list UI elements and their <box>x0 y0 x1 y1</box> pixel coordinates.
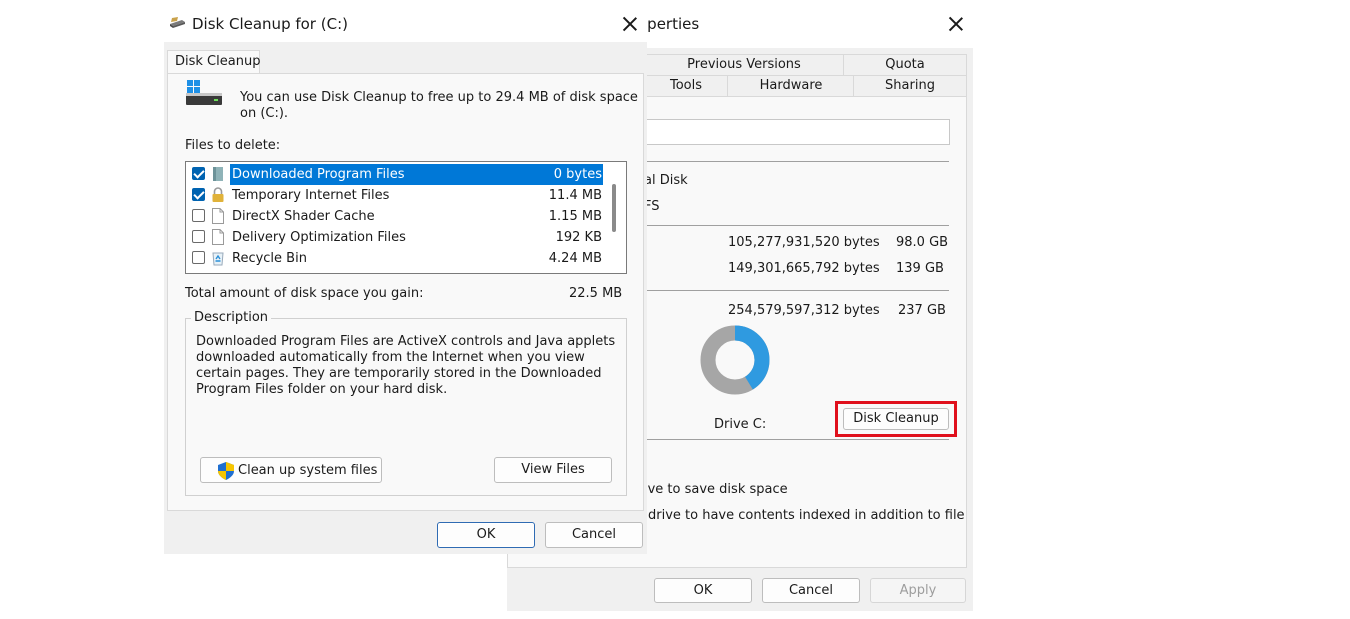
drive-type-value: al Disk <box>644 173 688 188</box>
file-name: Temporary Internet Files <box>232 188 390 203</box>
files-to-delete-label: Files to delete: <box>185 138 281 153</box>
file-checkbox[interactable] <box>192 209 205 222</box>
file-row[interactable]: DirectX Shader Cache 1.15 MB <box>186 206 626 227</box>
divider <box>644 290 949 291</box>
tab-hardware[interactable]: Hardware <box>727 75 855 96</box>
disk-cleanup-app-icon <box>170 17 185 28</box>
tab-tools[interactable]: Tools <box>643 75 729 96</box>
disk-cleanup-close-icon[interactable] <box>623 17 637 31</box>
file-size: 1.15 MB <box>548 209 602 224</box>
capacity-gb: 237 GB <box>898 303 946 318</box>
free-space-gb: 139 GB <box>896 261 944 276</box>
properties-title: operties <box>638 15 700 33</box>
file-size: 11.4 MB <box>548 188 602 203</box>
file-row[interactable]: Recycle Bin 4.24 MB <box>186 248 626 269</box>
file-name: Downloaded Program Files <box>232 167 405 182</box>
uac-shield-icon <box>218 462 234 480</box>
file-name: Recycle Bin <box>232 251 307 266</box>
files-to-delete-list[interactable]: Downloaded Program Files 0 bytes Temporary… <box>185 161 627 274</box>
used-space-bytes: 105,277,931,520 bytes <box>728 235 880 250</box>
file-checkbox[interactable] <box>192 230 205 243</box>
file-checkbox[interactable] <box>192 188 205 201</box>
file-row[interactable]: Temporary Internet Files 11.4 MB <box>186 185 626 206</box>
file-size: 0 bytes <box>553 167 602 182</box>
description-text: Downloaded Program Files are ActiveX con… <box>196 334 616 397</box>
folder-icon <box>211 166 225 182</box>
clean-up-system-files-button[interactable]: Clean up system files <box>200 457 382 483</box>
disk-cleanup-window: Disk Cleanup for (C:) Disk Cleanup You c… <box>164 0 647 554</box>
used-space-gb: 98.0 GB <box>896 235 949 250</box>
intro-text: You can use Disk Cleanup to free up to 2… <box>240 90 638 121</box>
view-files-button[interactable]: View Files <box>494 457 612 483</box>
description-label: Description <box>191 310 272 325</box>
file-row[interactable]: Downloaded Program Files 0 bytes <box>186 164 626 185</box>
disk-cleanup-panel: You can use Disk Cleanup to free up to 2… <box>167 73 644 511</box>
properties-close-icon[interactable] <box>949 17 963 31</box>
file-name: Delivery Optimization Files <box>232 230 406 245</box>
file-row[interactable]: Delivery Optimization Files 192 KB <box>186 227 626 248</box>
file-checkbox[interactable] <box>192 251 205 264</box>
files-list-rows: Downloaded Program Files 0 bytes Temporary… <box>186 164 626 272</box>
drive-icon <box>186 80 222 105</box>
disk-cleanup-ok-button[interactable]: OK <box>437 522 535 548</box>
recycle-bin-icon <box>211 250 225 266</box>
divider <box>644 439 949 440</box>
disk-usage-donut <box>700 325 770 395</box>
disk-cleanup-cancel-button[interactable]: Cancel <box>545 522 643 548</box>
properties-cancel-button[interactable]: Cancel <box>762 578 860 603</box>
total-space-value: 22.5 MB <box>569 286 623 301</box>
compress-option-label: ive to save disk space <box>644 482 788 497</box>
file-checkbox[interactable] <box>192 167 205 180</box>
tab-disk-cleanup[interactable]: Disk Cleanup <box>167 50 260 74</box>
clean-up-system-files-label: Clean up system files <box>238 463 378 478</box>
list-scrollbar-thumb[interactable] <box>612 184 616 232</box>
index-option-label: drive to have contents indexed in additi… <box>648 508 965 523</box>
file-icon <box>211 208 225 224</box>
disk-cleanup-button[interactable]: Disk Cleanup <box>843 408 949 430</box>
volume-name-input[interactable] <box>644 119 950 145</box>
disk-cleanup-titlebar[interactable]: Disk Cleanup for (C:) <box>164 0 647 42</box>
disk-cleanup-title: Disk Cleanup for (C:) <box>192 15 348 33</box>
file-name: DirectX Shader Cache <box>232 209 375 224</box>
capacity-bytes: 254,579,597,312 bytes <box>728 303 880 318</box>
total-space-label: Total amount of disk space you gain: <box>185 286 424 301</box>
divider <box>644 225 949 226</box>
lock-icon <box>211 187 225 203</box>
divider <box>644 161 949 162</box>
free-space-bytes: 149,301,665,792 bytes <box>728 261 880 276</box>
tab-sharing[interactable]: Sharing <box>853 75 967 96</box>
properties-apply-button[interactable]: Apply <box>870 578 966 603</box>
file-size: 192 KB <box>555 230 602 245</box>
properties-ok-button[interactable]: OK <box>654 578 752 603</box>
drive-label: Drive C: <box>714 417 767 432</box>
tab-quota[interactable]: Quota <box>843 54 967 75</box>
tab-previous-versions[interactable]: Previous Versions <box>643 54 845 75</box>
file-size: 4.24 MB <box>548 251 602 266</box>
file-icon <box>211 229 225 245</box>
